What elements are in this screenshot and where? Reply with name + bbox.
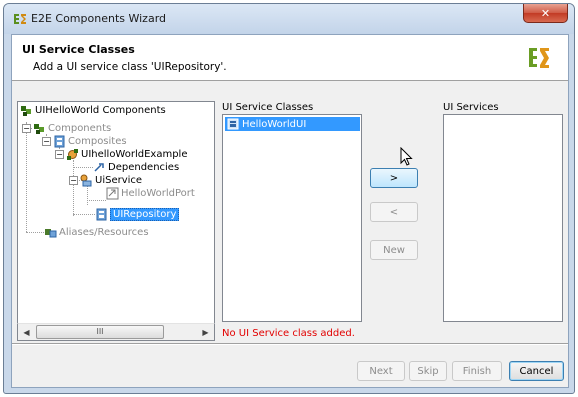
expand-toggle-composites[interactable]: − <box>42 137 51 146</box>
add-button[interactable]: > <box>370 168 418 188</box>
e2e-app-icon <box>14 14 26 24</box>
list-item-label: HelloWorldUI <box>242 118 307 130</box>
close-icon: ✕ <box>540 6 551 20</box>
ui-class-icon <box>227 118 239 130</box>
tree-node-label: Components <box>48 123 112 134</box>
scroll-thumb[interactable]: III <box>36 325 164 339</box>
remove-button[interactable]: < <box>370 202 418 222</box>
scroll-grip: III <box>96 327 104 336</box>
tree-node-label: Composites <box>68 136 127 147</box>
finish-button[interactable]: Finish <box>452 361 502 381</box>
page-description: Add a UI service class 'UIRepository'. <box>33 61 227 73</box>
aliases-icon <box>45 229 57 238</box>
ui-service-classes-label: UI Service Classes <box>222 102 314 113</box>
tree-node-root[interactable]: UIHelloWorld Components <box>20 104 166 117</box>
tree-node-components[interactable]: Components <box>33 122 111 135</box>
composites-icon <box>54 135 65 148</box>
composite-component-icon <box>67 149 78 160</box>
tree-node-dependencies[interactable]: Dependencies <box>93 161 179 174</box>
wizard-header: UI Service Classes Add a UI service clas… <box>12 35 568 81</box>
ui-services-label: UI Services <box>443 102 499 113</box>
wizard-client-area: UI Service Classes Add a UI service clas… <box>11 34 569 388</box>
scroll-left-arrow-icon[interactable]: ◀ <box>19 325 34 339</box>
dependencies-icon <box>94 163 104 172</box>
expand-toggle-uiservice[interactable]: − <box>69 176 78 185</box>
tree-node-composites[interactable]: Composites <box>53 135 127 148</box>
tree-node-label: UiService <box>95 175 143 186</box>
tree-node-uirepository[interactable]: UIRepository <box>95 208 180 221</box>
expand-toggle-uihelloworldexample[interactable]: − <box>55 150 64 159</box>
cancel-button[interactable]: Cancel <box>509 361 564 381</box>
ui-service-classes-list[interactable]: HelloWorldUI <box>222 114 362 322</box>
components-tree[interactable]: UIHelloWorld Components − Components − C… <box>17 101 215 341</box>
tree-node-label: Aliases/Resources <box>59 227 149 238</box>
new-button[interactable]: New <box>370 240 418 260</box>
tree-node-helloworldport[interactable]: HelloWorldPort <box>106 187 195 200</box>
tree-node-uiservice[interactable]: UiService <box>80 174 142 187</box>
port-icon <box>106 187 119 200</box>
tree-node-uihelloworldexample[interactable]: UIhelloWorldExample <box>66 148 187 161</box>
e2e-logo-icon <box>529 48 549 68</box>
tree-horizontal-scrollbar[interactable]: ◀ III ▶ <box>17 323 215 341</box>
tree-node-label: UIRepository <box>110 208 180 221</box>
tree-node-label: UIhelloWorldExample <box>81 149 188 160</box>
components-root-icon <box>21 106 31 116</box>
tree-node-label: HelloWorldPort <box>121 188 195 199</box>
tree-node-label: Dependencies <box>108 162 180 173</box>
status-message: No UI Service class added. <box>222 328 355 339</box>
scroll-right-arrow-icon[interactable]: ▶ <box>198 325 213 339</box>
window-title: E2E Components Wizard <box>31 12 167 25</box>
title-bar[interactable]: E2E Components Wizard ✕ <box>4 4 574 34</box>
ui-service-icon <box>80 174 92 187</box>
repository-icon <box>96 208 107 221</box>
next-button[interactable]: Next <box>357 361 405 381</box>
skip-button[interactable]: Skip <box>409 361 447 381</box>
components-icon <box>34 124 44 134</box>
page-title: UI Service Classes <box>22 43 135 56</box>
list-item-helloworldui[interactable]: HelloWorldUI <box>225 117 360 131</box>
close-button[interactable]: ✕ <box>523 4 568 23</box>
ui-services-list[interactable] <box>443 114 563 322</box>
footer-divider <box>12 343 568 345</box>
expand-toggle-components[interactable]: − <box>22 124 31 133</box>
tree-node-label: UIHelloWorld Components <box>35 105 166 116</box>
mouse-cursor-icon <box>400 147 413 166</box>
tree-node-aliases-resources[interactable]: Aliases/Resources <box>44 226 149 239</box>
wizard-window: E2E Components Wizard ✕ UI Service Class… <box>3 3 575 394</box>
